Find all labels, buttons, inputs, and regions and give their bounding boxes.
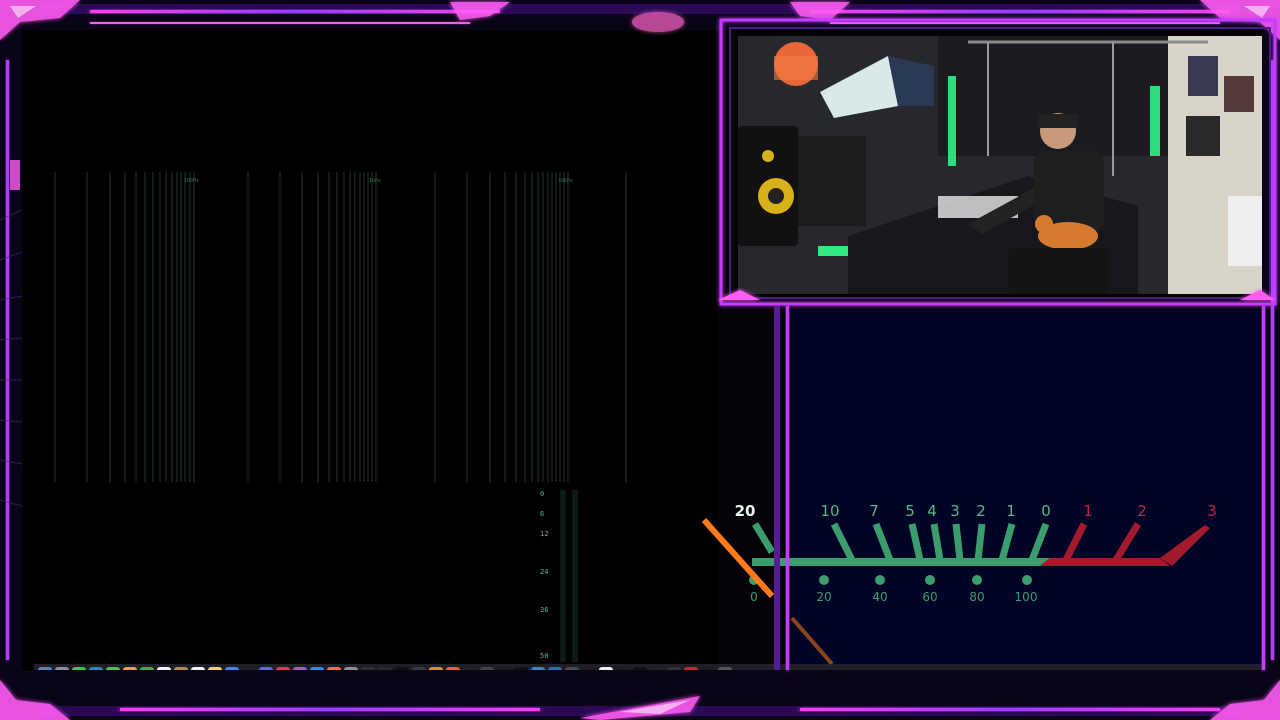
- pitch-icon[interactable]: [412, 667, 426, 681]
- vu-pct-label: 60: [922, 590, 937, 604]
- maps-icon[interactable]: [106, 667, 120, 681]
- ds-icon[interactable]: ds: [599, 667, 613, 681]
- launchpad-icon[interactable]: [55, 667, 69, 681]
- chrome-icon[interactable]: [225, 667, 239, 681]
- vu-pct-label: 100: [1015, 590, 1038, 604]
- vu-meter-scale: 10 7 5 4 3 2 1 0 1 2 3 20 40 60 80 100 2…: [701, 502, 1217, 666]
- settings-icon[interactable]: [344, 667, 358, 681]
- meter-app-icon[interactable]: [378, 667, 392, 681]
- firefox-icon[interactable]: [327, 667, 341, 681]
- nav-arrow-icon[interactable]: [667, 667, 681, 681]
- headphones-alt-icon[interactable]: [565, 667, 579, 681]
- live-icon[interactable]: Live: [395, 667, 409, 681]
- vu-over-label: 1: [1083, 502, 1093, 520]
- vu-pct-label: 80: [969, 590, 984, 604]
- vu-db-label: 2: [976, 502, 986, 520]
- terminal-icon[interactable]: [616, 667, 630, 681]
- ozone-icon[interactable]: OZN: [582, 667, 596, 681]
- logic-icon[interactable]: [480, 667, 494, 681]
- finder-icon[interactable]: [38, 667, 52, 681]
- headphones-icon[interactable]: [548, 667, 562, 681]
- reminders-icon[interactable]: [191, 667, 205, 681]
- bitwig-icon[interactable]: [446, 667, 460, 681]
- mail-icon[interactable]: [89, 667, 103, 681]
- plugin-alliance-icon[interactable]: [650, 667, 664, 681]
- ik-icon[interactable]: [684, 667, 698, 681]
- discord-icon[interactable]: [259, 667, 273, 681]
- vu-db-label: 3: [950, 502, 960, 520]
- app-store-icon[interactable]: [310, 667, 324, 681]
- s-app-icon[interactable]: S: [701, 667, 715, 681]
- messages-icon[interactable]: [72, 667, 86, 681]
- macos-dock: 10 tv Live MA N OZN ds W S: [34, 664, 1262, 684]
- fl-studio-icon[interactable]: [429, 667, 443, 681]
- ni-icon[interactable]: N: [514, 667, 528, 681]
- waveform-icon[interactable]: [497, 667, 511, 681]
- vu-db-label: 7: [869, 502, 879, 520]
- vu-db-label: 1: [1006, 502, 1016, 520]
- vu-left-pct-label: 0: [750, 590, 758, 604]
- vu-db-label: 10: [820, 502, 839, 520]
- podcasts-icon[interactable]: [293, 667, 307, 681]
- vu-over-label: 3: [1207, 502, 1217, 520]
- ma-icon[interactable]: MA: [463, 667, 477, 681]
- notes-icon[interactable]: [208, 667, 222, 681]
- vu-pct-label: 20: [816, 590, 831, 604]
- contacts-icon[interactable]: [174, 667, 188, 681]
- vu-over-label: 2: [1137, 502, 1147, 520]
- vu-left-db-label: 20: [735, 502, 756, 520]
- facetime-icon[interactable]: [140, 667, 154, 681]
- obs-icon[interactable]: [361, 667, 375, 681]
- vu-db-label: 0: [1041, 502, 1051, 520]
- calendar-icon[interactable]: 10: [157, 667, 171, 681]
- waves-icon[interactable]: W: [633, 667, 647, 681]
- music-icon[interactable]: [276, 667, 290, 681]
- melodyne-icon[interactable]: [531, 667, 545, 681]
- tv-icon[interactable]: tv: [242, 667, 256, 681]
- globe-icon[interactable]: [718, 667, 732, 681]
- photos-icon[interactable]: [123, 667, 137, 681]
- vu-db-label: 4: [927, 502, 937, 520]
- vu-pct-label: 40: [872, 590, 887, 604]
- vu-db-label: 5: [905, 502, 915, 520]
